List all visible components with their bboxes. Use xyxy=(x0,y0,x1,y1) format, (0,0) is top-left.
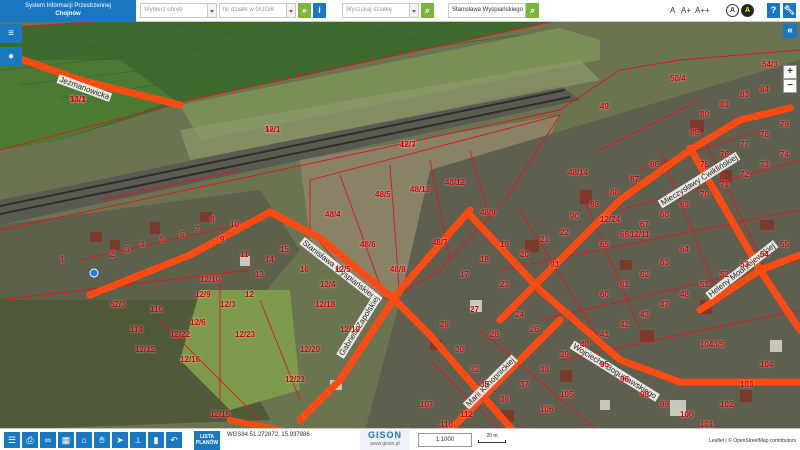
help-button[interactable]: ? xyxy=(767,3,780,18)
gison-brand: GISON xyxy=(367,430,402,440)
map-canvas[interactable]: Jeżmanowicka Stanisława Wyspiańskiego Ga… xyxy=(0,0,800,450)
gison-logo[interactable]: GISON www.gison.pl xyxy=(360,430,410,450)
app-title[interactable]: System Informacji Przestrzennej Chojnów xyxy=(0,0,136,22)
precinct-dropdown-arrow[interactable] xyxy=(208,3,217,18)
map-icon[interactable]: ▦ xyxy=(58,432,74,448)
plan-list-button[interactable]: LISTA PLANÓW xyxy=(194,431,220,450)
gugik-dropdown-arrow[interactable] xyxy=(287,3,296,18)
location-pin-icon[interactable]: ● xyxy=(0,47,22,66)
info-button[interactable]: i xyxy=(313,3,326,18)
precinct-select[interactable]: Wybierz obręb xyxy=(140,3,208,18)
book-icon[interactable]: ▮ xyxy=(148,432,164,448)
address-search-button[interactable]: ⌕ xyxy=(526,3,539,18)
zoom-in-icon[interactable]: + xyxy=(783,65,797,79)
plot-search-button[interactable]: ⌕ xyxy=(421,3,434,18)
print-icon[interactable]: ⎙ xyxy=(22,432,38,448)
top-toolbar: System Informacji Przestrzennej Chojnów … xyxy=(0,0,800,22)
home-icon[interactable]: ⌂ xyxy=(76,432,92,448)
plot-search-input[interactable]: Wyszukaj działkę xyxy=(342,3,410,18)
map-imagery xyxy=(0,0,800,450)
tools-button[interactable]: 🔧︎ xyxy=(783,3,796,18)
gugik-search-button[interactable]: ⌕ xyxy=(298,3,311,18)
hand-icon[interactable]: ✋︎ xyxy=(94,432,110,448)
gison-url: www.gison.pl xyxy=(370,441,400,447)
contrast-high-button[interactable]: A xyxy=(741,4,754,17)
zoom-out-icon[interactable]: − xyxy=(783,79,797,93)
scale-bar-label: 20 m xyxy=(486,433,498,439)
app-title-line1: System Informacji Przestrzennej xyxy=(24,3,112,9)
measure-icon[interactable]: ⟂ xyxy=(130,432,146,448)
bottom-toolbar: ☰ ⎙ ∞ ▦ ⌂ ✋︎ ➤ ⟂ ▮ ↶ LISTA PLANÓW WGS84 … xyxy=(0,428,800,450)
coordinates-readout: WGS84 51.272872, 15.937886 xyxy=(227,432,310,438)
plot-dropdown-arrow[interactable] xyxy=(410,3,419,18)
gugik-plot-input[interactable]: Nr działki w GUGiK xyxy=(219,3,287,18)
collapse-left-icon[interactable]: « xyxy=(783,24,797,38)
map-attribution[interactable]: Leaflet | © OpenStreetMap contributors xyxy=(709,438,796,444)
menu-icon[interactable]: ☰ xyxy=(4,432,20,448)
font-size-medium-button[interactable]: A+ xyxy=(681,6,691,15)
font-size-small-button[interactable]: A xyxy=(670,6,675,15)
layers-icon[interactable]: ≡ xyxy=(0,24,22,43)
scale-bar: 20 m xyxy=(478,433,506,443)
font-size-large-button[interactable]: A++ xyxy=(695,6,710,15)
undo-icon[interactable]: ↶ xyxy=(166,432,182,448)
link-icon[interactable]: ∞ xyxy=(40,432,56,448)
scale-selector[interactable]: 1:1000 xyxy=(418,433,472,447)
address-search-input[interactable]: Stanisława Wyspiańskiego xyxy=(448,3,526,18)
contrast-normal-button[interactable]: A xyxy=(726,4,739,17)
navigate-icon[interactable]: ➤ xyxy=(112,432,128,448)
app-title-line2: Chojnów xyxy=(55,11,81,17)
scale-bar-line xyxy=(478,440,506,443)
